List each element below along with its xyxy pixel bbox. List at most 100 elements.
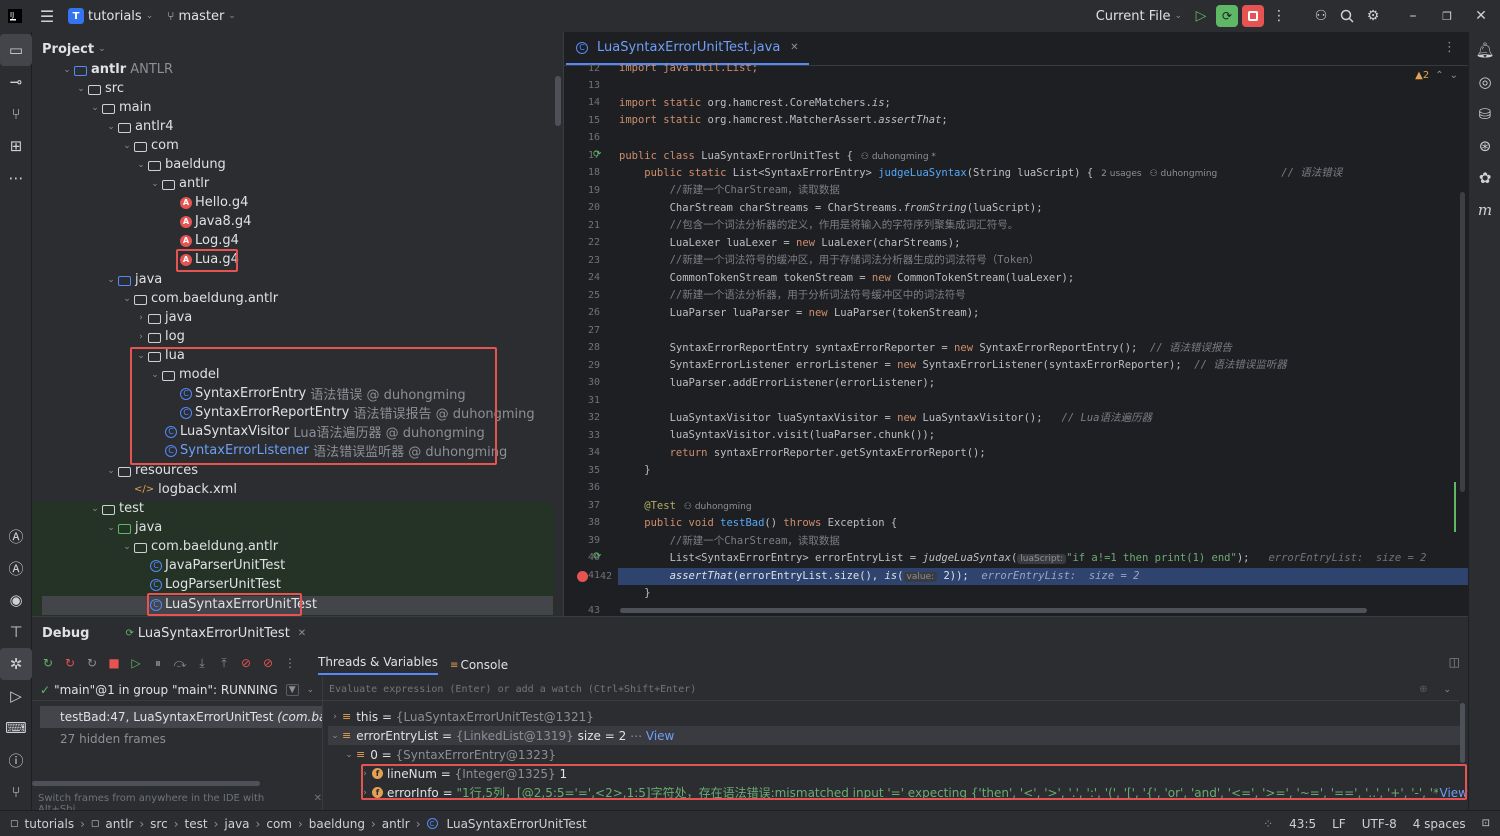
chevron-down-icon[interactable]: ⌄ [1450,70,1458,81]
code-line-39[interactable]: //新建一个CharStream，读取数据 [619,533,840,550]
code-line-14[interactable]: import static org.hamcrest.CoreMatchers.… [619,95,891,112]
tree-item-java-src[interactable]: ⌄ java [104,270,162,289]
tree-item-antlr4[interactable]: ⌄ antlr4 [104,117,173,136]
tree-item-test[interactable]: ⌄ test [88,499,144,518]
code-line-28[interactable]: SyntaxErrorReportEntry syntaxErrorReport… [619,340,1232,357]
layout-icon[interactable]: ◫ [1449,655,1460,669]
editor-horizontal-scrollbar[interactable] [620,608,1367,613]
variables-scrollbar[interactable] [1460,703,1465,763]
tree-item-antlr[interactable]: ⌄ antlr [148,174,209,193]
antlr-preview-icon[interactable]: Ⓐ [0,520,32,552]
copilot-icon[interactable]: ⊛ [1469,130,1500,162]
tree-item-package-com-baeldung-antlr[interactable]: ⌄ com.baeldung.antlr [120,289,278,308]
restart-icon[interactable]: ↻ [84,656,100,670]
code-line-33[interactable]: luaSyntaxVisitor.visit(luaParser.chunk()… [619,427,936,444]
variable-this[interactable]: › ≡ this = {LuaSyntaxErrorUnitTest@1321} [328,707,594,726]
variable-error-entry-list[interactable]: ⌄ ≡ errorEntryList = {LinkedList@1319} s… [328,726,1460,745]
run-config-selector[interactable]: Current File ⌄ [1096,9,1182,24]
more-actions-icon[interactable]: ⋮ [282,656,298,670]
code-line-25[interactable]: //新建一个语法分析器，用于分析词法符号缓冲区中的词法符号 [619,287,966,304]
gear-icon[interactable]: ⚙ [1360,3,1386,29]
main-menu-icon[interactable]: ☰ [34,3,60,29]
maven-icon[interactable]: m [1469,194,1500,226]
tree-item-resources[interactable]: ⌄ resources [104,461,198,480]
code-line-40[interactable]: List<SyntaxErrorEntry> errorEntryList = … [619,550,1427,567]
tree-item-baeldung[interactable]: ⌄ baeldung [134,155,226,174]
hidden-frames-link[interactable]: 27 hidden frames [32,728,322,750]
tree-item-test-package[interactable]: ⌄ com.baeldung.antlr [120,537,278,556]
close-tab-icon[interactable]: ✕ [298,628,306,639]
more-tools-icon[interactable]: ⋯ [0,162,32,194]
notifications-icon[interactable]: 🔔︎ [1469,34,1500,66]
app-logo-icon[interactable]: IJ [2,3,28,29]
inspection-widget[interactable]: ▲2 ⌃ ⌄ [1415,70,1458,81]
tree-item-log-g4[interactable]: A Log.g4 [180,231,239,250]
code-line-30[interactable]: luaParser.addErrorListener(errorListener… [619,375,936,392]
indent-setting[interactable]: 4 spaces [1413,817,1466,831]
structure-icon[interactable]: ⊞ [0,130,32,162]
stack-frame[interactable]: testBad:47, LuaSyntaxErrorUnitTest (com.… [40,706,322,728]
close-icon[interactable]: ✕ [1468,3,1494,29]
code-line-17[interactable]: public class LuaSyntaxErrorUnitTest {⚇ d… [619,148,936,165]
project-selector[interactable]: T tutorials ⌄ [68,8,153,24]
commit-tool-icon[interactable]: ⊸ [0,66,32,98]
thread-selector[interactable]: ✓ "main"@1 in group "main": RUNNING ▼ ⌄ [32,679,322,701]
usages-inlay[interactable]: 2 usages [1101,169,1141,179]
code-line-38[interactable]: public void testBad() throws Exception { [619,515,897,532]
more-actions-icon[interactable]: ⋮ [1266,3,1292,29]
breadcrumb-item[interactable]: tutorials [25,817,75,831]
lock-icon[interactable]: ⊡ [1482,818,1490,829]
chevron-down-icon[interactable]: ⌄ [307,685,315,695]
run-test-icon[interactable]: ⟳ [593,551,601,562]
caret-position[interactable]: 43:5 [1289,817,1316,831]
database-icon[interactable]: ⛁ [1469,98,1500,130]
tree-item-package-java[interactable]: › java [134,308,192,327]
code-line-12[interactable]: import java.util.List; [619,60,758,77]
breadcrumb-item[interactable]: antlr [105,817,133,831]
code-line-41[interactable]: assertThat(errorEntryList.size(), is(val… [619,568,1139,585]
breadcrumb-item[interactable]: com [266,817,292,831]
add-user-icon[interactable]: ⚇ [1308,3,1334,29]
run-tool-icon[interactable]: ▷ [0,680,32,712]
pause-icon[interactable]: ⏸ [150,656,166,671]
minimize-icon[interactable]: – [1400,3,1426,29]
code-line-23[interactable]: //新建一个词法符号的缓冲区，用于存储词法分析器生成的词法符号（Token） [619,252,1040,269]
stop-button[interactable] [1240,3,1266,29]
tree-item-package-log[interactable]: › log [134,327,185,346]
frames-scrollbar[interactable] [32,781,260,786]
debug-session-tab[interactable]: ⟳ LuaSyntaxErrorUnitTest ✕ [125,626,306,641]
chevron-right-icon[interactable]: › [328,712,342,722]
code-line-22[interactable]: LuaLexer luaLexer = new LuaLexer(charStr… [619,235,961,252]
project-tool-icon[interactable]: ▭ [0,34,32,66]
services-icon[interactable]: ◉ [0,584,32,616]
chevron-up-icon[interactable]: ⌃ [1435,70,1443,81]
resume-icon[interactable]: ▷ [128,656,144,670]
tab-threads-variables[interactable]: Threads & Variables [318,655,439,675]
step-over-icon[interactable]: ⤼ [172,656,188,671]
restore-icon[interactable]: ❐ [1434,3,1460,29]
code-line-29[interactable]: SyntaxErrorListener errorListener = new … [619,357,1287,374]
problems-icon[interactable]: ⓘ [0,744,32,776]
file-encoding[interactable]: UTF-8 [1362,817,1397,831]
inline-debug-value[interactable]: errorEntryList: size = 2 [981,570,1139,582]
branch-selector[interactable]: ⑂ master ⌄ [167,9,236,24]
code-line-20[interactable]: CharStream charStreams = CharStreams.fro… [619,200,1043,217]
filter-icon[interactable]: ▼ [285,683,299,696]
search-icon[interactable] [1334,3,1360,29]
code-line-18[interactable]: public static List<SyntaxErrorEntry> jud… [619,165,1342,182]
chevron-down-icon[interactable]: ⌄ [342,750,356,760]
rerun-icon[interactable]: ↻ [40,656,56,670]
code-line-24[interactable]: CommonTokenStream tokenStream = new Comm… [619,270,1075,287]
ai-assistant-icon[interactable]: ◎ [1469,66,1500,98]
tree-item-main[interactable]: ⌄ main [88,98,151,117]
tree-item-java8-g4[interactable]: A Java8.g4 [180,212,251,231]
breadcrumb-item[interactable]: baeldung [309,817,365,831]
tree-item-antlr-module[interactable]: ⌄ antlr ANTLR [60,60,173,79]
debug-tool-icon[interactable]: ✲ [0,648,32,680]
step-out-icon[interactable]: ⤒ [216,656,232,671]
view-breakpoints-icon[interactable]: ⊘ [238,656,254,670]
breadcrumb-item[interactable]: java [224,817,249,831]
stop-icon[interactable]: ■ [106,656,122,670]
inline-debug-value[interactable]: errorEntryList: size = 2 [1268,552,1426,564]
code-line-42[interactable]: } [619,585,650,602]
